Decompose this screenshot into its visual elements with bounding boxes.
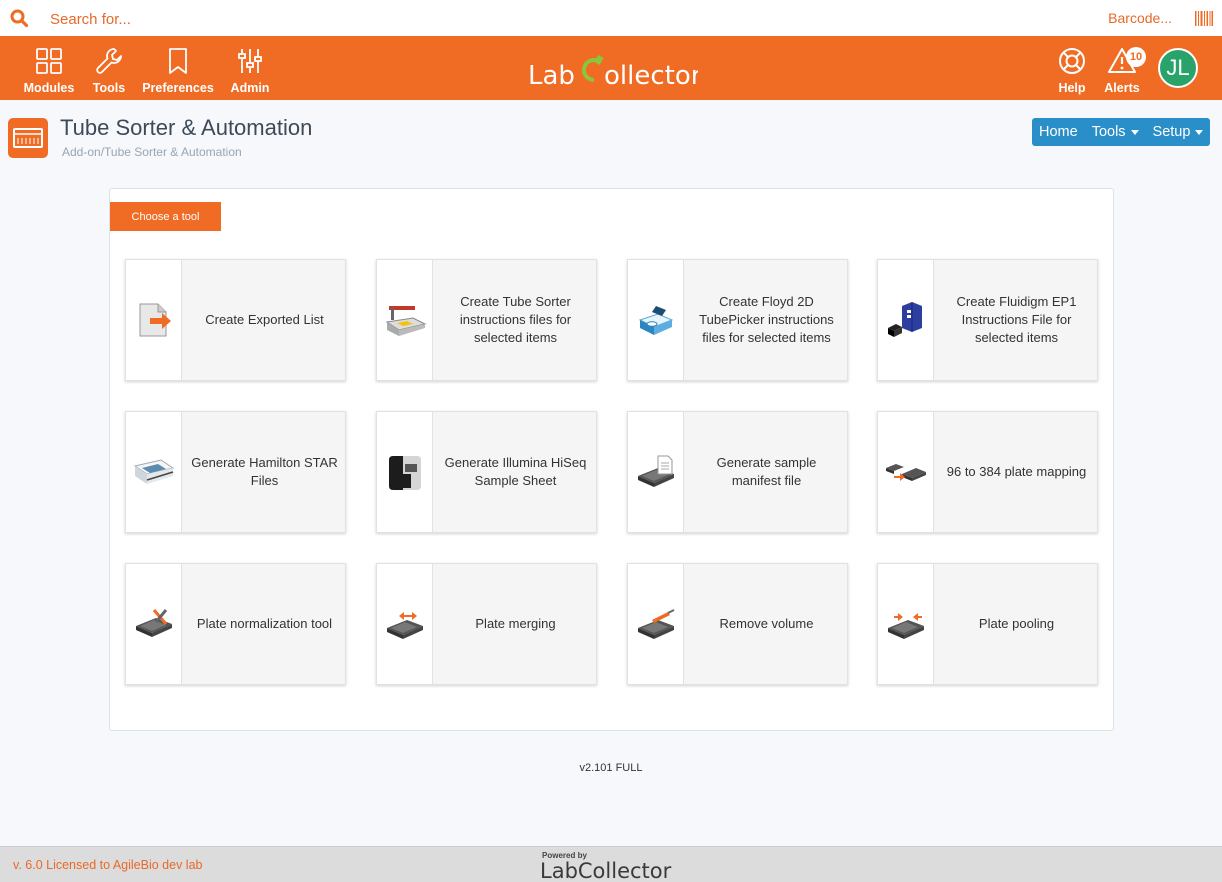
tool-card-fluidigm-ep1[interactable]: Create Fluidigm EP1 Instructions File fo… [877, 259, 1098, 381]
tool-card-hamilton-star[interactable]: Generate Hamilton STAR Files [125, 411, 346, 533]
tool-card-label: Remove volume [719, 616, 814, 631]
home-button[interactable]: Home [1032, 118, 1085, 146]
page-title: Tube Sorter & Automation [60, 115, 313, 140]
tube-sorter-icon [385, 306, 426, 336]
nav-tools[interactable]: Tools [90, 36, 128, 100]
nav-tools-label: Tools [92, 81, 126, 95]
tool-card-label: Generate Hamilton STAR Files [191, 455, 338, 488]
tool-card-label: Plate normalization tool [196, 616, 333, 631]
tool-card-label: Plate pooling [978, 616, 1055, 631]
avatar[interactable]: JL [1158, 48, 1198, 88]
home-button-label: Home [1039, 124, 1078, 140]
tools-dropdown-button[interactable]: Tools [1085, 118, 1146, 146]
top-navbar: Modules Tools Preferences Admin Lab olle… [0, 36, 1222, 100]
tool-card-tube-sorter[interactable]: Create Tube Sorter instructions files fo… [376, 259, 597, 381]
hamilton-icon [133, 459, 174, 484]
nav-alerts[interactable]: Alerts [1103, 36, 1141, 100]
tool-card-label: Create Tube Sorter instructions files fo… [459, 294, 572, 345]
tool-card-remove-volume[interactable]: Remove volume [627, 563, 848, 685]
labcollector-logo[interactable]: Lab ollector [528, 50, 702, 91]
wrench-icon [96, 48, 122, 74]
tool-card-label: Create Fluidigm EP1 Instructions File fo… [956, 294, 1077, 345]
nav-help[interactable]: Help [1055, 36, 1089, 100]
tool-card-plate-normalization[interactable]: Plate normalization tool [125, 563, 346, 685]
tool-card-sample-manifest[interactable]: Generate sample manifest file [627, 411, 848, 533]
tool-card-label: Generate Illumina HiSeq Sample Sheet [444, 455, 587, 488]
tools-button-label: Tools [1091, 124, 1126, 140]
nav-admin-label: Admin [230, 81, 270, 95]
tool-card-label: Create Exported List [205, 312, 324, 327]
sliders-icon [238, 49, 262, 73]
search-bar: Barcode... [0, 0, 1222, 36]
manifest-icon [637, 455, 674, 487]
page-actions: Home Tools Setup [1032, 118, 1211, 146]
tube-sorter-page-icon [8, 118, 48, 158]
tubepicker-icon [638, 306, 673, 335]
nav-alerts-label: Alerts [1104, 81, 1140, 95]
tool-card-floyd-tubepicker[interactable]: Create Floyd 2D TubePicker instructions … [627, 259, 848, 381]
tool-card-label: 96 to 384 plate mapping [946, 464, 1087, 479]
tool-card-label: Plate merging [475, 616, 556, 631]
chevron-down-icon [1130, 129, 1139, 135]
nav-help-label: Help [1058, 81, 1086, 95]
logo-collector-text: ollector [604, 61, 698, 90]
alerts-count-badge: 10 [1126, 47, 1146, 67]
choose-tool-tab: Choose a tool [110, 202, 221, 231]
tool-card-96-to-384-mapping[interactable]: 96 to 384 plate mapping [877, 411, 1098, 533]
barcode-icon[interactable] [1195, 11, 1213, 26]
tool-card-create-exported-list[interactable]: Create Exported List [125, 259, 346, 381]
nav-preferences-label: Preferences [142, 81, 214, 95]
tool-card-plate-merging[interactable]: Plate merging [376, 563, 597, 685]
export-file-icon [139, 303, 171, 337]
plate-merge-icon [386, 612, 423, 639]
nav-modules[interactable]: Modules [22, 36, 76, 100]
license-text: v. 6.0 Licensed to AgileBio dev lab [13, 858, 203, 872]
tool-card-illumina-hiseq[interactable]: Generate Illumina HiSeq Sample Sheet [376, 411, 597, 533]
tool-card-label: Create Floyd 2D TubePicker instructions … [699, 294, 834, 345]
chevron-down-icon [1195, 129, 1204, 135]
remove-volume-icon [637, 609, 674, 639]
version-label: v2.101 FULL [579, 762, 643, 774]
tool-card-plate-pooling[interactable]: Plate pooling [877, 563, 1098, 685]
logo-mark: Lab ollector [528, 55, 702, 91]
nav-admin[interactable]: Admin [229, 36, 271, 100]
logo-lab-text: Lab [528, 61, 575, 90]
footer-logo[interactable]: LabCollector [540, 859, 671, 882]
footer: v. 6.0 Licensed to AgileBio dev lab Powe… [0, 846, 1222, 882]
barcode-input[interactable]: Barcode... [1108, 10, 1172, 26]
nav-modules-label: Modules [23, 81, 75, 95]
search-input[interactable] [50, 8, 650, 30]
nav-preferences[interactable]: Preferences [142, 36, 214, 100]
lifebuoy-icon [1059, 48, 1085, 74]
grid-icon [36, 48, 62, 74]
tools-panel: Choose a tool Create Exported List Creat… [109, 188, 1114, 731]
fluidigm-icon [887, 302, 922, 337]
setup-button-label: Setup [1152, 124, 1191, 140]
search-icon[interactable] [10, 9, 28, 27]
setup-dropdown-button[interactable]: Setup [1146, 118, 1211, 146]
breadcrumb: Add-on/Tube Sorter & Automation [62, 145, 242, 159]
tool-card-label: Generate sample manifest file [716, 455, 817, 488]
normalization-icon [135, 609, 172, 637]
plate-pool-icon [887, 613, 924, 639]
plate-mapping-icon [885, 464, 926, 481]
illumina-icon [388, 456, 421, 490]
bookmark-icon [169, 48, 187, 74]
